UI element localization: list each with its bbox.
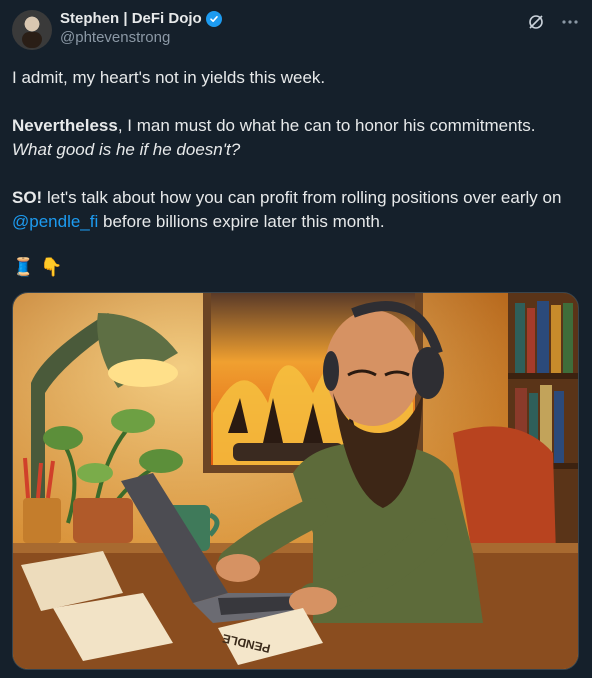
- mention-link[interactable]: @pendle_fi: [12, 212, 98, 231]
- tweet-top-actions: [526, 12, 580, 32]
- tweet-paragraph-2: Nevertheless, I man must do what he can …: [12, 114, 577, 162]
- author-names: Stephen | DeFi Dojo @phtevenstrong: [60, 10, 222, 46]
- para3-end: before billions expire later this month.: [98, 212, 385, 231]
- tweet-media-image[interactable]: PENDLE: [12, 292, 579, 670]
- tweet-paragraph-3: SO! let's talk about how you can profit …: [12, 186, 577, 234]
- para2-italic: What good is he if he doesn't?: [12, 140, 241, 159]
- display-name-row: Stephen | DeFi Dojo: [60, 10, 222, 27]
- tweet-line-1: I admit, my heart's not in yields this w…: [12, 68, 326, 87]
- bold-nevertheless: Nevertheless: [12, 116, 118, 135]
- display-name[interactable]: Stephen | DeFi Dojo: [60, 10, 202, 27]
- grok-icon[interactable]: [526, 12, 546, 32]
- more-icon[interactable]: [560, 12, 580, 32]
- verified-badge-icon[interactable]: [205, 10, 222, 27]
- para2-text: , I man must do what he can to honor his…: [117, 116, 536, 135]
- thread-emoji: 🧵: [12, 257, 35, 277]
- bold-so: SO!: [12, 188, 43, 207]
- avatar[interactable]: [12, 10, 52, 50]
- handle[interactable]: @phtevenstrong: [60, 29, 222, 46]
- pointing-down-emoji: 👇: [40, 257, 63, 277]
- para3-text: let's talk about how you can profit from…: [42, 188, 562, 207]
- tweet-text: I admit, my heart's not in yields this w…: [12, 66, 577, 258]
- tweet-header: Stephen | DeFi Dojo @phtevenstrong: [12, 8, 580, 52]
- emoji-row: 🧵 👇: [12, 257, 63, 278]
- illustration: PENDLE: [13, 293, 578, 669]
